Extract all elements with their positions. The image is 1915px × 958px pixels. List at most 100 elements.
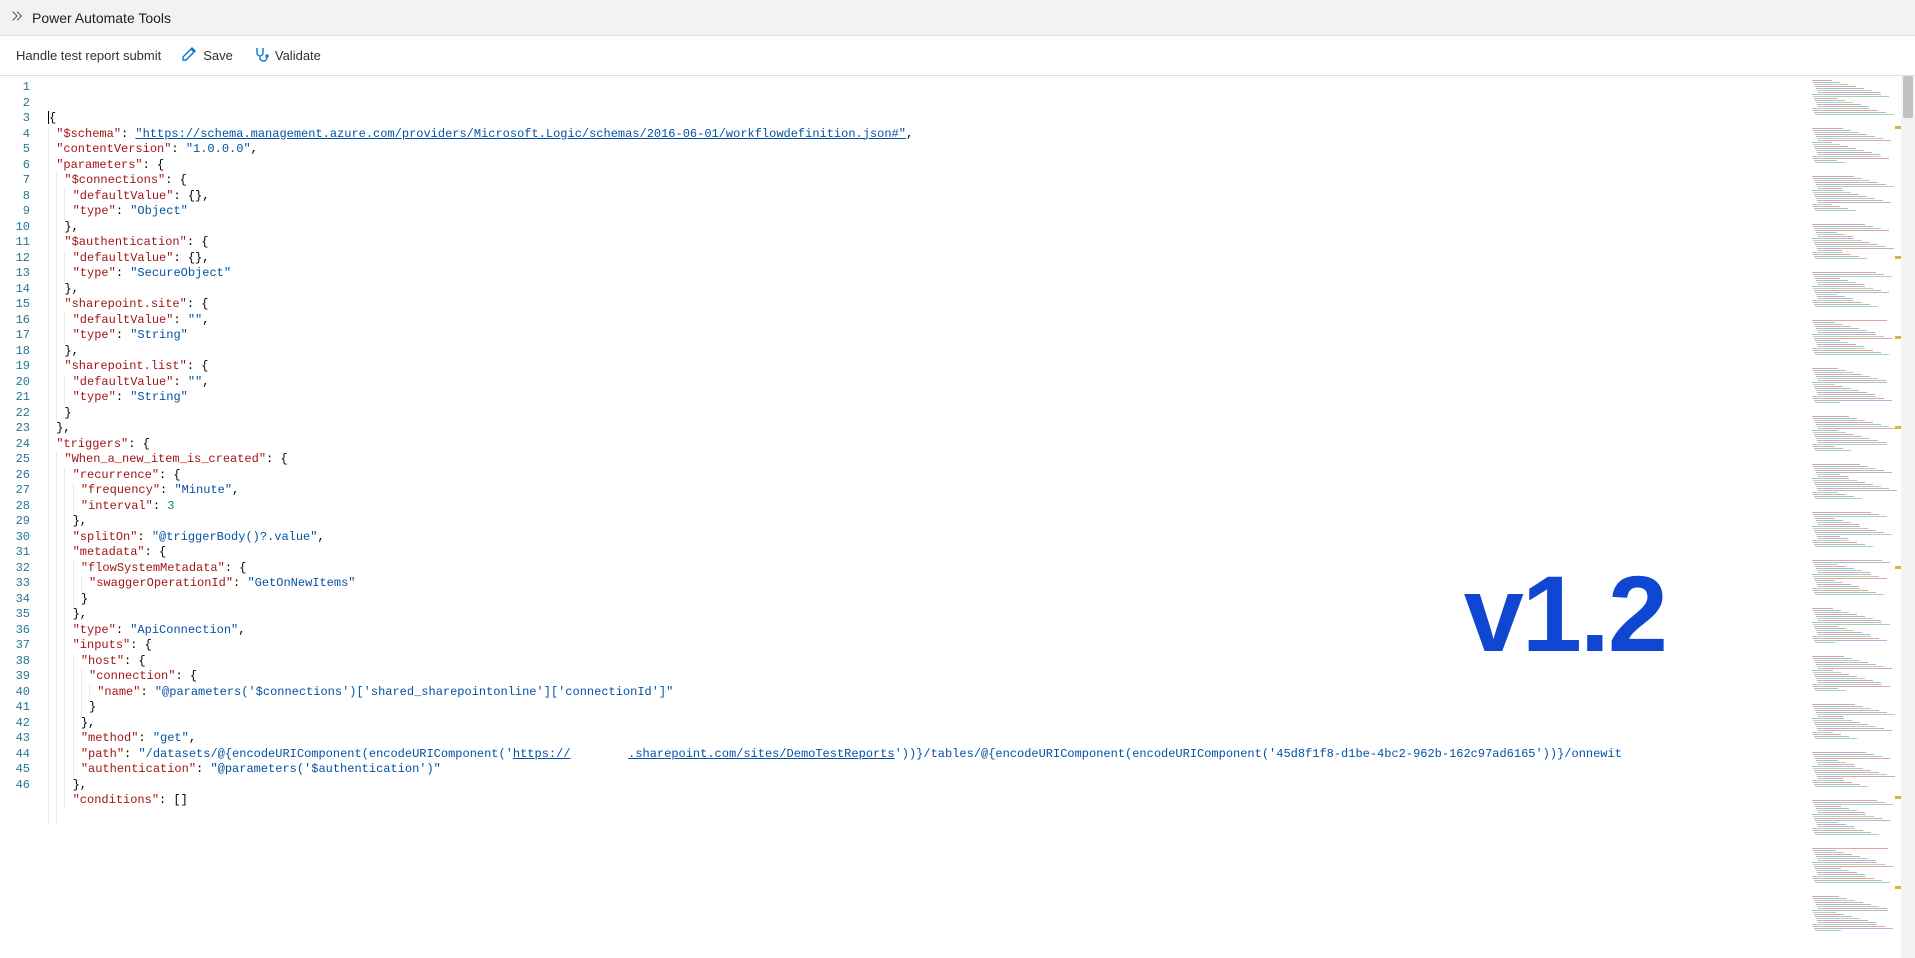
code-line[interactable]: }: [48, 700, 1806, 716]
code-line[interactable]: "conditions": []: [48, 793, 1806, 809]
code-line[interactable]: },: [48, 716, 1806, 732]
line-number-gutter: 1234567891011121314151617181920212223242…: [0, 76, 44, 958]
editor-area: 1234567891011121314151617181920212223242…: [0, 76, 1915, 958]
line-number: 18: [0, 344, 30, 360]
line-number: 13: [0, 266, 30, 282]
line-number: 14: [0, 282, 30, 298]
code-line[interactable]: "recurrence": {: [48, 468, 1806, 484]
minimap[interactable]: [1806, 76, 1901, 958]
line-number: 12: [0, 251, 30, 267]
code-line[interactable]: "swaggerOperationId": "GetOnNewItems": [48, 576, 1806, 592]
line-number: 24: [0, 437, 30, 453]
code-line[interactable]: "triggers": {: [48, 437, 1806, 453]
line-number: 27: [0, 483, 30, 499]
code-line[interactable]: "defaultValue": {},: [48, 251, 1806, 267]
code-line[interactable]: "sharepoint.site": {: [48, 297, 1806, 313]
app-icon: [10, 9, 24, 26]
code-line[interactable]: "parameters": {: [48, 158, 1806, 174]
save-button[interactable]: Save: [181, 46, 233, 65]
window-title: Power Automate Tools: [32, 10, 171, 26]
validate-button[interactable]: Validate: [253, 46, 321, 65]
code-line[interactable]: "flowSystemMetadata": {: [48, 561, 1806, 577]
line-number: 19: [0, 359, 30, 375]
code-line[interactable]: "contentVersion": "1.0.0.0",: [48, 142, 1806, 158]
code-line[interactable]: "path": "/datasets/@{encodeURIComponent(…: [48, 747, 1806, 763]
line-number: 9: [0, 204, 30, 220]
scrollbar-thumb[interactable]: [1903, 76, 1913, 118]
line-number: 8: [0, 189, 30, 205]
code-editor[interactable]: { "$schema": "https://schema.management.…: [44, 76, 1806, 958]
line-number: 15: [0, 297, 30, 313]
line-number: 41: [0, 700, 30, 716]
code-line[interactable]: "$connections": {: [48, 173, 1806, 189]
save-button-label: Save: [203, 48, 233, 63]
code-line[interactable]: "metadata": {: [48, 545, 1806, 561]
code-line[interactable]: "When_a_new_item_is_created": {: [48, 452, 1806, 468]
code-line[interactable]: "type": "SecureObject": [48, 266, 1806, 282]
line-number: 42: [0, 716, 30, 732]
line-number: 34: [0, 592, 30, 608]
code-line[interactable]: "defaultValue": "",: [48, 375, 1806, 391]
code-line[interactable]: }: [48, 592, 1806, 608]
line-number: 23: [0, 421, 30, 437]
code-line[interactable]: "$schema": "https://schema.management.az…: [48, 127, 1806, 143]
flow-name-label: Handle test report submit: [16, 48, 161, 63]
titlebar: Power Automate Tools: [0, 0, 1915, 36]
code-line[interactable]: "name": "@parameters('$connections')['sh…: [48, 685, 1806, 701]
code-line[interactable]: "defaultValue": "",: [48, 313, 1806, 329]
code-line[interactable]: "defaultValue": {},: [48, 189, 1806, 205]
vertical-scrollbar[interactable]: [1901, 76, 1915, 958]
line-number: 30: [0, 530, 30, 546]
line-number: 32: [0, 561, 30, 577]
line-number: 20: [0, 375, 30, 391]
code-line[interactable]: "type": "String": [48, 390, 1806, 406]
code-line[interactable]: "inputs": {: [48, 638, 1806, 654]
line-number: 2: [0, 96, 30, 112]
toolbar: Handle test report submit Save Validate: [0, 36, 1915, 76]
line-number: 29: [0, 514, 30, 530]
line-number: 22: [0, 406, 30, 422]
code-line[interactable]: },: [48, 421, 1806, 437]
code-line[interactable]: },: [48, 344, 1806, 360]
line-number: 11: [0, 235, 30, 251]
code-line[interactable]: {: [48, 111, 1806, 127]
code-line[interactable]: "type": "Object": [48, 204, 1806, 220]
code-line[interactable]: },: [48, 778, 1806, 794]
line-number: 46: [0, 778, 30, 794]
line-number: 21: [0, 390, 30, 406]
code-line[interactable]: "sharepoint.list": {: [48, 359, 1806, 375]
line-number: 3: [0, 111, 30, 127]
line-number: 37: [0, 638, 30, 654]
line-number: 6: [0, 158, 30, 174]
line-number: 36: [0, 623, 30, 639]
line-number: 45: [0, 762, 30, 778]
code-line[interactable]: },: [48, 514, 1806, 530]
code-line[interactable]: "interval": 3: [48, 499, 1806, 515]
line-number: 4: [0, 127, 30, 143]
code-line[interactable]: "method": "get",: [48, 731, 1806, 747]
line-number: 25: [0, 452, 30, 468]
code-line[interactable]: "host": {: [48, 654, 1806, 670]
code-line[interactable]: "frequency": "Minute",: [48, 483, 1806, 499]
line-number: 33: [0, 576, 30, 592]
validate-button-label: Validate: [275, 48, 321, 63]
code-line[interactable]: "type": "String": [48, 328, 1806, 344]
code-line[interactable]: },: [48, 607, 1806, 623]
line-number: 1: [0, 80, 30, 96]
line-number: 44: [0, 747, 30, 763]
line-number: 7: [0, 173, 30, 189]
pencil-icon: [181, 46, 197, 65]
code-line[interactable]: "authentication": "@parameters('$authent…: [48, 762, 1806, 778]
stethoscope-icon: [253, 46, 269, 65]
line-number: 38: [0, 654, 30, 670]
code-line[interactable]: "connection": {: [48, 669, 1806, 685]
code-line[interactable]: },: [48, 220, 1806, 236]
code-line[interactable]: [48, 809, 1806, 825]
line-number: 16: [0, 313, 30, 329]
code-line[interactable]: }: [48, 406, 1806, 422]
code-line[interactable]: "splitOn": "@triggerBody()?.value",: [48, 530, 1806, 546]
code-line[interactable]: },: [48, 282, 1806, 298]
code-line[interactable]: "type": "ApiConnection",: [48, 623, 1806, 639]
code-line[interactable]: "$authentication": {: [48, 235, 1806, 251]
line-number: 26: [0, 468, 30, 484]
